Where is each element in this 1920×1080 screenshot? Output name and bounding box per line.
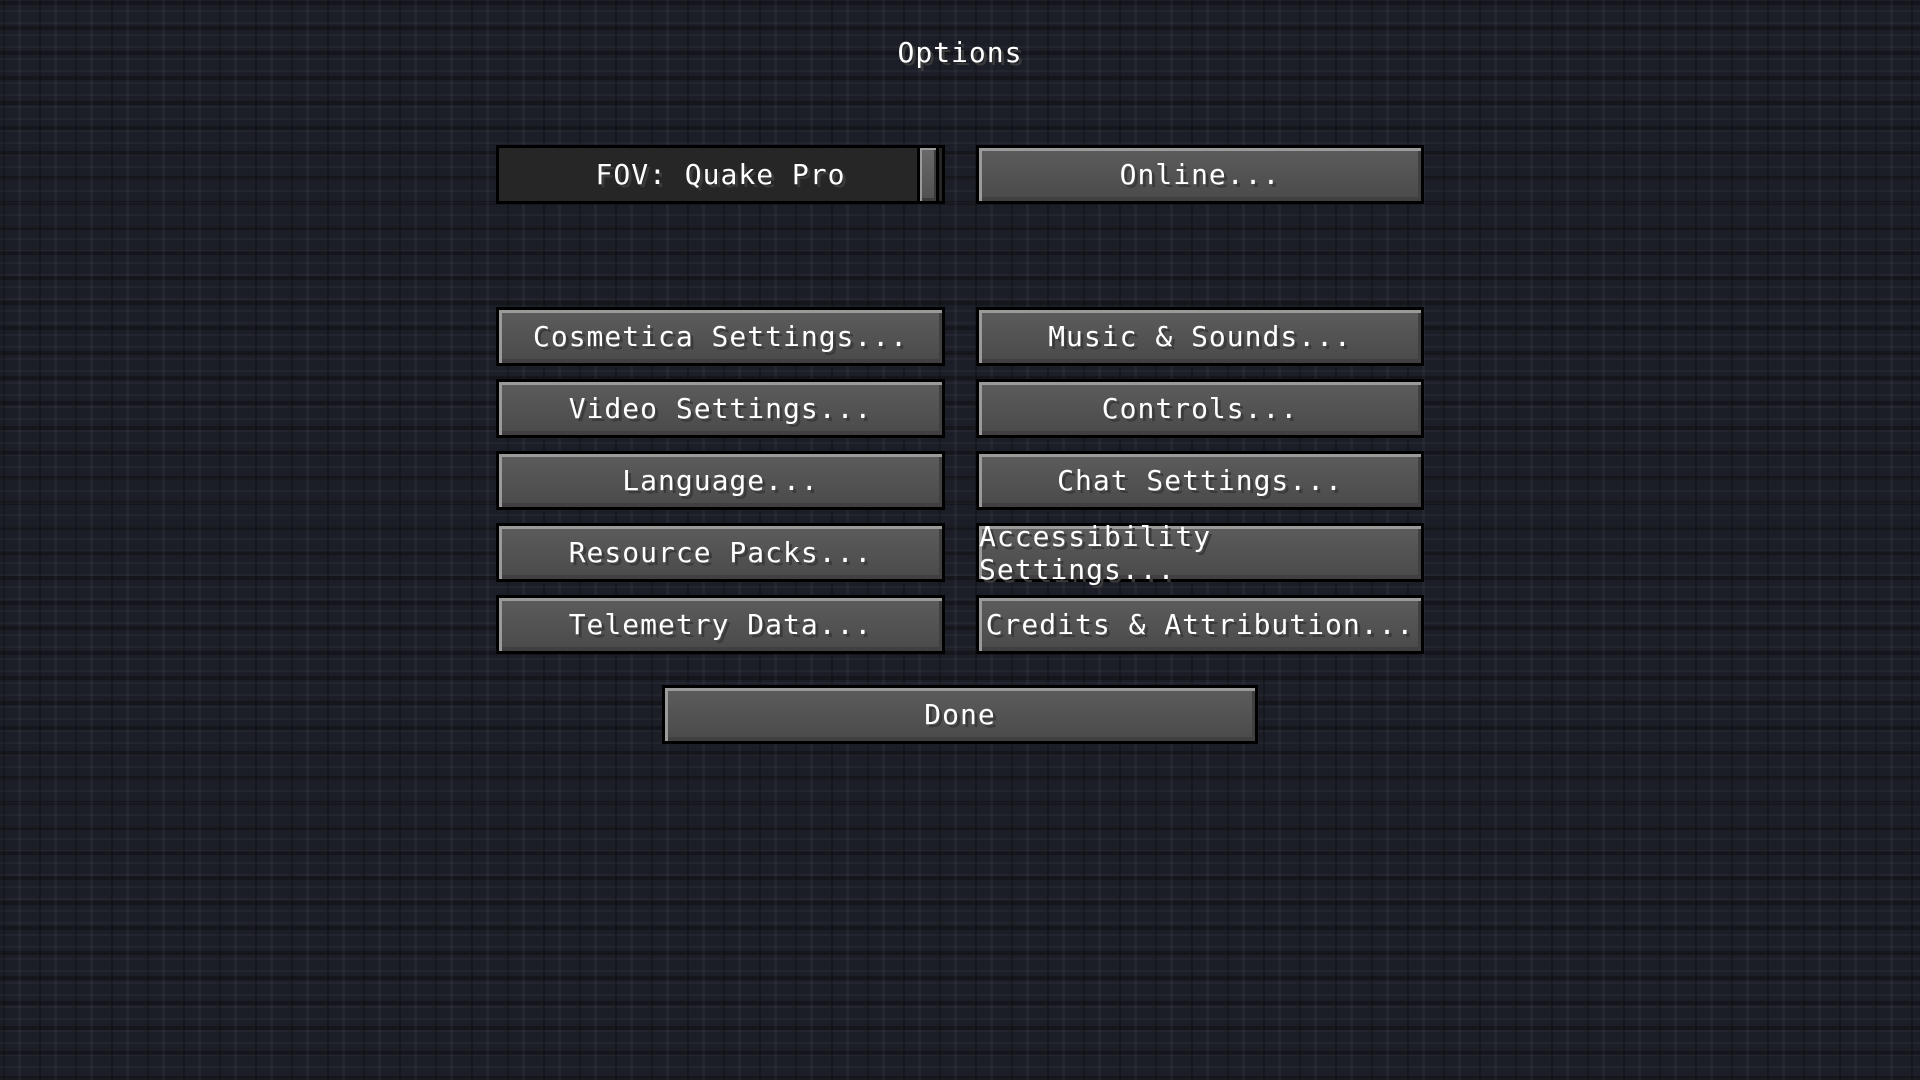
controls-button[interactable]: Controls... — [976, 379, 1424, 438]
credits-attribution-button[interactable]: Credits & Attribution... — [976, 595, 1424, 654]
telemetry-data-button[interactable]: Telemetry Data... — [496, 595, 945, 654]
done-button[interactable]: Done — [662, 685, 1258, 744]
video-settings-button[interactable]: Video Settings... — [496, 379, 945, 438]
fov-slider-label: FOV: Quake Pro — [595, 158, 846, 191]
chat-settings-button[interactable]: Chat Settings... — [976, 451, 1424, 510]
fov-slider-handle[interactable] — [917, 145, 939, 204]
music-sounds-button[interactable]: Music & Sounds... — [976, 307, 1424, 366]
fov-slider[interactable]: FOV: Quake Pro — [496, 145, 945, 204]
screen-title: Options — [897, 36, 1023, 69]
accessibility-settings-button[interactable]: Accessibility Settings... — [976, 520, 1424, 586]
cosmetica-settings-button[interactable]: Cosmetica Settings... — [496, 307, 945, 366]
resource-packs-button[interactable]: Resource Packs... — [496, 523, 945, 582]
language-button[interactable]: Language... — [496, 451, 945, 510]
online-button[interactable]: Online... — [976, 145, 1424, 204]
